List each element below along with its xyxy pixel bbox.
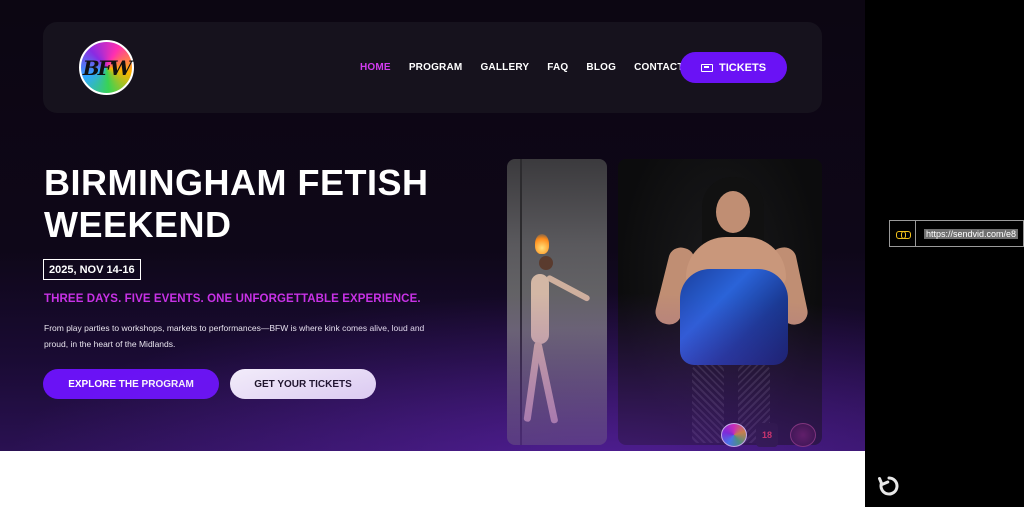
- link-icon: [895, 230, 911, 239]
- nav-faq[interactable]: FAQ: [547, 62, 568, 73]
- fire-flame: [535, 234, 549, 254]
- navbar: BFW HOME PROGRAM GALLERY FAQ BLOG CONTAC…: [43, 22, 822, 113]
- ticket-icon: [700, 63, 713, 72]
- date-badge: 2025, NOV 14-16: [43, 259, 141, 280]
- page: BFW HOME PROGRAM GALLERY FAQ BLOG CONTAC…: [0, 0, 1024, 507]
- sponsor-logo-18: 18: [756, 423, 778, 447]
- logo-text: BFW: [82, 55, 133, 80]
- link-icon-wrap: [890, 221, 916, 246]
- nav-contact[interactable]: CONTACT: [634, 62, 684, 73]
- nav-home[interactable]: HOME: [360, 62, 391, 73]
- nav-gallery[interactable]: GALLERY: [480, 62, 529, 73]
- nav-blog[interactable]: BLOG: [586, 62, 616, 73]
- bfw-logo[interactable]: BFW: [79, 40, 134, 95]
- nav-links: HOME PROGRAM GALLERY FAQ BLOG CONTACT: [360, 62, 702, 73]
- share-link-box[interactable]: https://sendvid.com/e8: [889, 220, 1024, 247]
- page-bottom-strip: [0, 451, 865, 507]
- fire-performer-photo: [507, 159, 607, 445]
- nav-program[interactable]: PROGRAM: [409, 62, 463, 73]
- get-tickets-button[interactable]: GET YOUR TICKETS: [230, 369, 376, 399]
- model-figure: [652, 177, 810, 445]
- tickets-button[interactable]: TICKETS: [680, 52, 787, 83]
- performer-figure: [523, 254, 591, 424]
- share-url[interactable]: https://sendvid.com/e8: [924, 228, 1019, 239]
- website-viewport: BFW HOME PROGRAM GALLERY FAQ BLOG CONTAC…: [0, 0, 865, 451]
- hero-title: BIRMINGHAM FETISH WEEKEND: [44, 162, 429, 245]
- sponsor-logo-bfw: [721, 423, 747, 447]
- hero-description: From play parties to workshops, markets …: [44, 323, 425, 349]
- tickets-label: TICKETS: [718, 61, 767, 74]
- model-photo: [618, 159, 822, 445]
- sponsor-logo-3: [790, 423, 816, 447]
- explore-program-button[interactable]: EXPLORE THE PROGRAM: [43, 369, 219, 399]
- pole: [520, 159, 522, 445]
- reload-icon[interactable]: [877, 474, 901, 498]
- hero-tagline: THREE DAYS. FIVE EVENTS. ONE UNFORGETTAB…: [44, 293, 421, 305]
